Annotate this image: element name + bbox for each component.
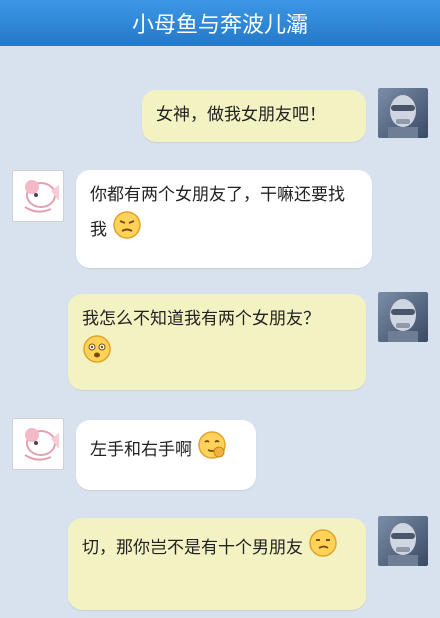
chat-title-bar: 小母鱼与奔波儿灞 bbox=[0, 0, 440, 46]
message-bubble[interactable]: 左手和右手啊 bbox=[76, 420, 256, 490]
thinking-emoji bbox=[197, 430, 227, 470]
smug-emoji bbox=[308, 528, 338, 568]
message-text: 切，那你岂不是有十个男朋友 bbox=[82, 538, 303, 558]
message-bubble[interactable]: 你都有两个女朋友了，干嘛还要找我 bbox=[76, 170, 372, 268]
avatar-robot[interactable] bbox=[378, 516, 428, 566]
avatar-robot[interactable] bbox=[378, 292, 428, 342]
shocked-emoji bbox=[82, 334, 112, 374]
avatar-fish[interactable] bbox=[12, 170, 64, 222]
annoyed-emoji bbox=[112, 210, 142, 250]
message-bubble[interactable]: 切，那你岂不是有十个男朋友 bbox=[68, 518, 366, 610]
avatar-robot[interactable] bbox=[378, 88, 428, 138]
chat-area[interactable]: 女神，做我女朋友吧！ 你都有两个女朋友了，干嘛还要找我 我怎么不知道我有两个女朋… bbox=[0, 46, 440, 618]
message-text: 左手和右手啊 bbox=[90, 440, 192, 460]
message-text: 我怎么不知道我有两个女朋友？ bbox=[82, 309, 320, 329]
avatar-fish[interactable] bbox=[12, 418, 64, 470]
message-text: 女神，做我女朋友吧！ bbox=[156, 105, 326, 125]
chat-title: 小母鱼与奔波儿灞 bbox=[131, 13, 308, 38]
message-bubble[interactable]: 我怎么不知道我有两个女朋友？ bbox=[68, 294, 366, 390]
message-bubble[interactable]: 女神，做我女朋友吧！ bbox=[142, 90, 366, 142]
